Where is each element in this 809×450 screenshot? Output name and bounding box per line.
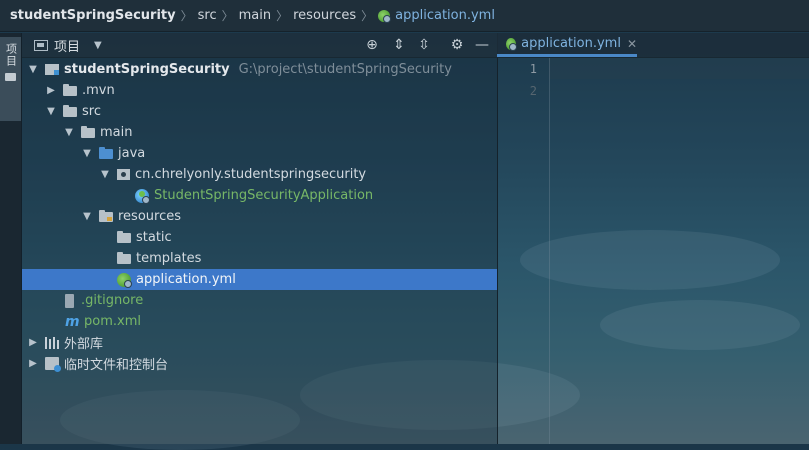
tree-item-label: src [82, 104, 101, 119]
chevron-right-icon[interactable]: ▶ [28, 358, 38, 369]
tree-item-package[interactable]: ▼ cn.chrelyonly.studentspringsecurity [22, 164, 497, 185]
tree-item-static[interactable]: static [22, 227, 497, 248]
chevron-down-icon[interactable]: ▼ [28, 64, 38, 75]
tree-item-templates[interactable]: templates [22, 248, 497, 269]
spring-config-icon [506, 37, 518, 51]
project-tool-window-button[interactable]: 项目 [0, 37, 21, 121]
minimize-icon[interactable]: — [474, 37, 490, 53]
spring-config-icon [117, 272, 132, 288]
spring-boot-app-icon [135, 188, 150, 204]
tree-item-application-class[interactable]: StudentSpringSecurityApplication [22, 185, 497, 206]
package-icon [117, 169, 130, 180]
tree-item-label: application.yml [136, 272, 236, 287]
tree-item-gitignore[interactable]: .gitignore [22, 290, 497, 311]
chevron-down-icon[interactable]: ▼ [94, 40, 102, 51]
project-view-selector[interactable]: 项目 [54, 36, 80, 55]
current-line-highlight [549, 58, 809, 79]
line-number: 2 [529, 84, 537, 98]
tree-item-label: studentSpringSecurity [64, 62, 230, 77]
editor-tab-application-yml[interactable]: application.yml ✕ [497, 33, 637, 57]
chevron-right-icon[interactable]: ▶ [46, 85, 56, 96]
expand-all-icon[interactable]: ⇕ [391, 37, 407, 53]
breadcrumb: studentSpringSecurity 〉 src 〉 main 〉 res… [0, 0, 809, 32]
tree-item-scratches[interactable]: ▶ 临时文件和控制台 [22, 353, 497, 374]
tree-item-pom[interactable]: m pom.xml [22, 311, 497, 332]
chevron-right-icon: 〉 [276, 9, 289, 23]
folder-icon [63, 105, 77, 117]
source-folder-icon [99, 147, 113, 159]
close-icon[interactable]: ✕ [627, 37, 637, 51]
breadcrumb-main[interactable]: main [239, 8, 271, 23]
tree-item-external-libraries[interactable]: ▶ 外部库 [22, 332, 497, 353]
tree-item-application-yml[interactable]: application.yml [22, 269, 497, 290]
collapse-all-icon[interactable]: ⇳ [416, 37, 432, 53]
tree-item-java[interactable]: ▼ java [22, 143, 497, 164]
project-panel: 项目 ▼ ⊕ ⇕ ⇳ ⚙ — ▼ studentSpringSecurity G… [22, 33, 498, 444]
tree-item-label: main [100, 125, 133, 140]
chevron-right-icon[interactable]: ▶ [28, 337, 38, 348]
project-stripe-label: 项目 [4, 43, 18, 67]
chevron-right-icon: 〉 [180, 9, 193, 23]
chevron-right-icon: 〉 [361, 9, 374, 23]
project-view-icon [34, 39, 48, 51]
tree-item-label: cn.chrelyonly.studentspringsecurity [135, 167, 367, 182]
project-path: G:\project\studentSpringSecurity [238, 62, 452, 77]
chevron-down-icon[interactable]: ▼ [82, 211, 92, 222]
tree-item-project-root[interactable]: ▼ studentSpringSecurity G:\project\stude… [22, 59, 497, 80]
editor-tab-label: application.yml [521, 36, 621, 51]
chevron-down-icon[interactable]: ▼ [64, 127, 74, 138]
spring-config-icon [378, 9, 392, 23]
gitignore-icon [65, 293, 74, 308]
breadcrumb-file[interactable]: application.yml [395, 8, 495, 23]
tree-item-mvn[interactable]: ▶ .mvn [22, 80, 497, 101]
line-number-gutter: 1 2 [497, 58, 550, 444]
tree-item-label: .mvn [82, 83, 115, 98]
chevron-right-icon: 〉 [221, 9, 234, 23]
tree-item-resources[interactable]: ▼ resources [22, 206, 497, 227]
tree-item-main[interactable]: ▼ main [22, 122, 497, 143]
project-folder-icon [45, 64, 59, 75]
editor-tab-bar: application.yml ✕ [497, 33, 809, 58]
line-number: 1 [529, 62, 537, 76]
tree-item-src[interactable]: ▼ src [22, 101, 497, 122]
tree-item-label: 外部库 [64, 337, 104, 352]
folder-icon [63, 84, 77, 96]
tool-window-stripe: 项目 [0, 33, 22, 444]
libraries-icon [45, 336, 59, 349]
folder-icon [117, 231, 131, 243]
folder-icon [81, 126, 95, 138]
locate-icon[interactable]: ⊕ [364, 37, 380, 53]
breadcrumb-resources[interactable]: resources [293, 8, 356, 23]
chevron-down-icon[interactable]: ▼ [100, 169, 110, 180]
tree-item-label: 临时文件和控制台 [64, 358, 169, 373]
gear-icon[interactable]: ⚙ [449, 37, 465, 53]
tree-item-label: java [118, 146, 146, 161]
folder-icon [117, 252, 131, 264]
tree-item-label: pom.xml [84, 314, 141, 329]
chevron-down-icon[interactable]: ▼ [46, 106, 56, 117]
breadcrumb-project[interactable]: studentSpringSecurity [10, 8, 176, 23]
tree-item-label: .gitignore [81, 293, 144, 308]
scratches-icon [45, 357, 61, 372]
folder-icon [5, 73, 16, 81]
breadcrumb-src[interactable]: src [198, 8, 217, 23]
chevron-down-icon[interactable]: ▼ [82, 148, 92, 159]
project-panel-header: 项目 ▼ ⊕ ⇕ ⇳ ⚙ — [22, 33, 497, 58]
tree-item-label: templates [136, 251, 202, 266]
editor-area: application.yml ✕ 1 2 [497, 33, 809, 444]
tree-item-label: StudentSpringSecurityApplication [154, 188, 374, 203]
tree-item-label: resources [118, 209, 182, 224]
tree-item-label: static [136, 230, 172, 245]
maven-icon: m [65, 313, 80, 330]
resources-folder-icon [99, 210, 113, 222]
